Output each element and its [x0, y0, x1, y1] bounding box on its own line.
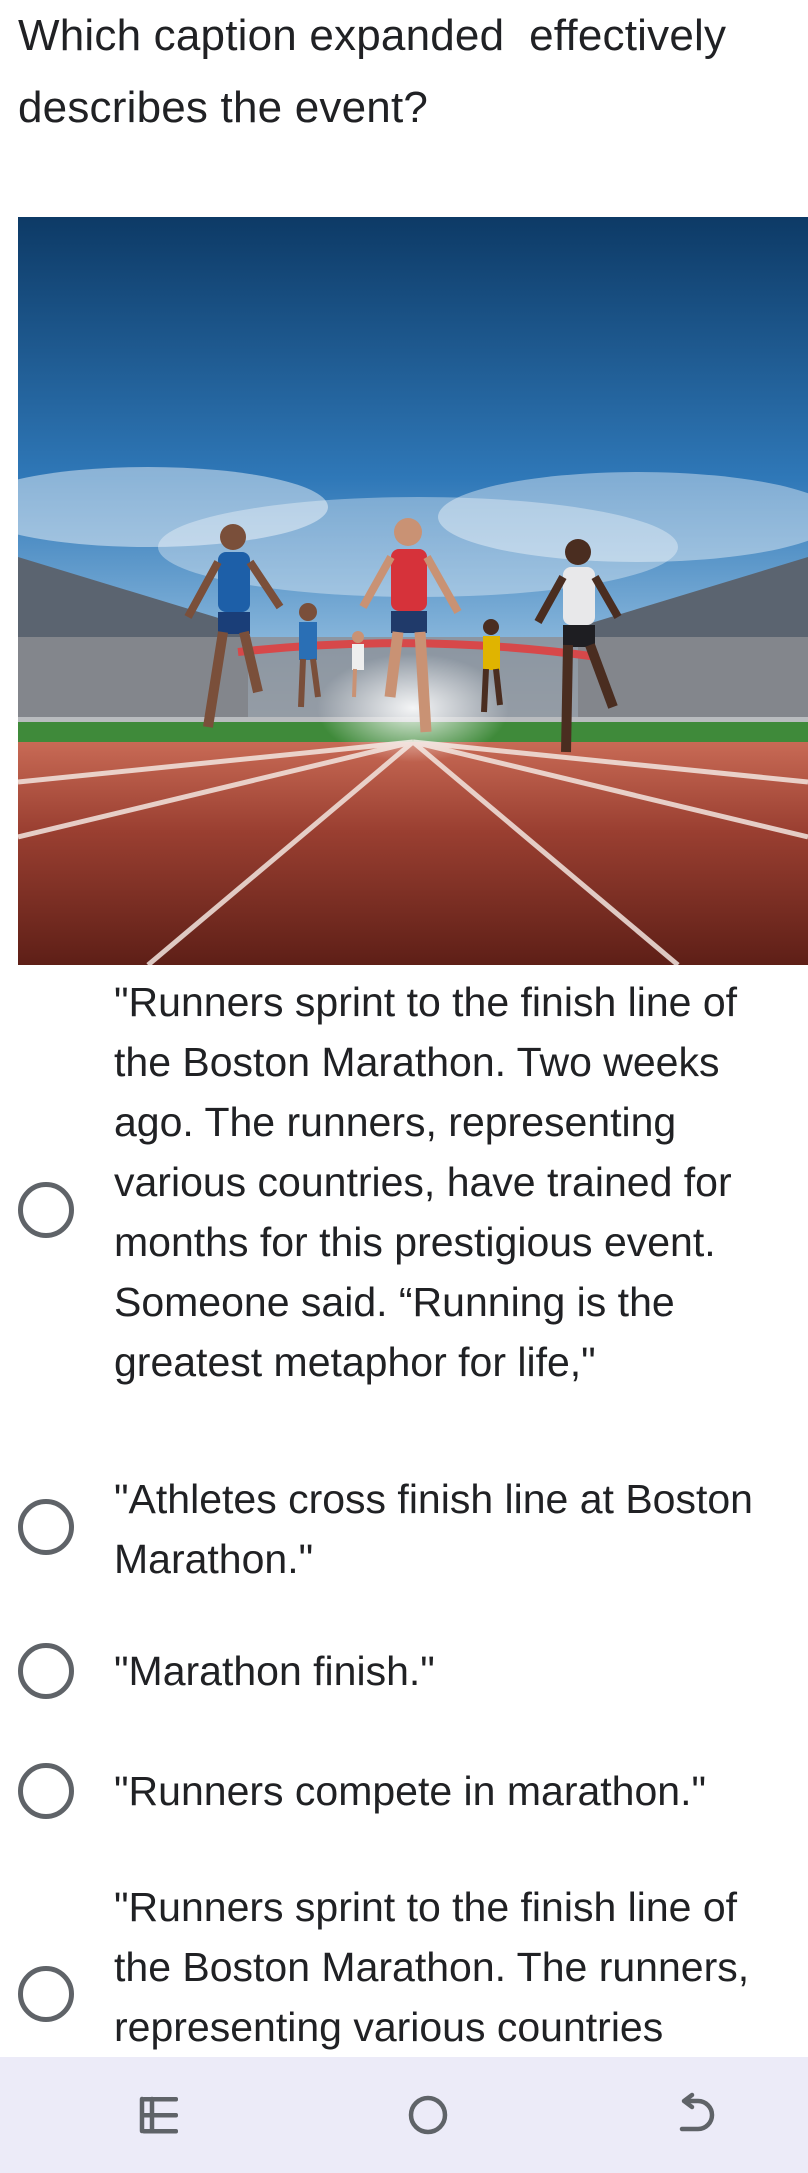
radio-button[interactable] — [18, 1643, 74, 1699]
option-label[interactable]: "Runners sprint to the finish line of th… — [114, 1877, 804, 2057]
recents-icon[interactable] — [130, 2085, 190, 2145]
option-4[interactable]: "Runners compete in marathon." — [0, 1763, 808, 1823]
radio-button[interactable] — [18, 1182, 74, 1238]
option-5[interactable]: "Runners sprint to the finish line of th… — [0, 1877, 808, 2057]
option-2[interactable]: "Athletes cross finish line at Boston Ma… — [0, 1469, 808, 1599]
system-navigation-bar — [0, 2057, 808, 2173]
option-3[interactable]: "Marathon finish." — [0, 1643, 808, 1703]
option-label[interactable]: "Runners compete in marathon." — [114, 1761, 804, 1821]
back-icon[interactable] — [668, 2085, 728, 2145]
radio-button[interactable] — [18, 1966, 74, 2022]
radio-button[interactable] — [18, 1763, 74, 1819]
option-label[interactable]: "Runners sprint to the finish line of th… — [114, 972, 804, 1392]
home-icon[interactable] — [398, 2085, 458, 2145]
runners-finish-line-photo — [18, 217, 808, 965]
option-label[interactable]: "Marathon finish." — [114, 1641, 804, 1701]
photo-illustration — [18, 217, 808, 965]
radio-button[interactable] — [18, 1499, 74, 1555]
option-1[interactable]: "Runners sprint to the finish line of th… — [0, 972, 808, 1432]
option-label[interactable]: "Athletes cross finish line at Boston Ma… — [114, 1469, 804, 1589]
question-title: Which caption expanded effectively descr… — [18, 11, 739, 132]
